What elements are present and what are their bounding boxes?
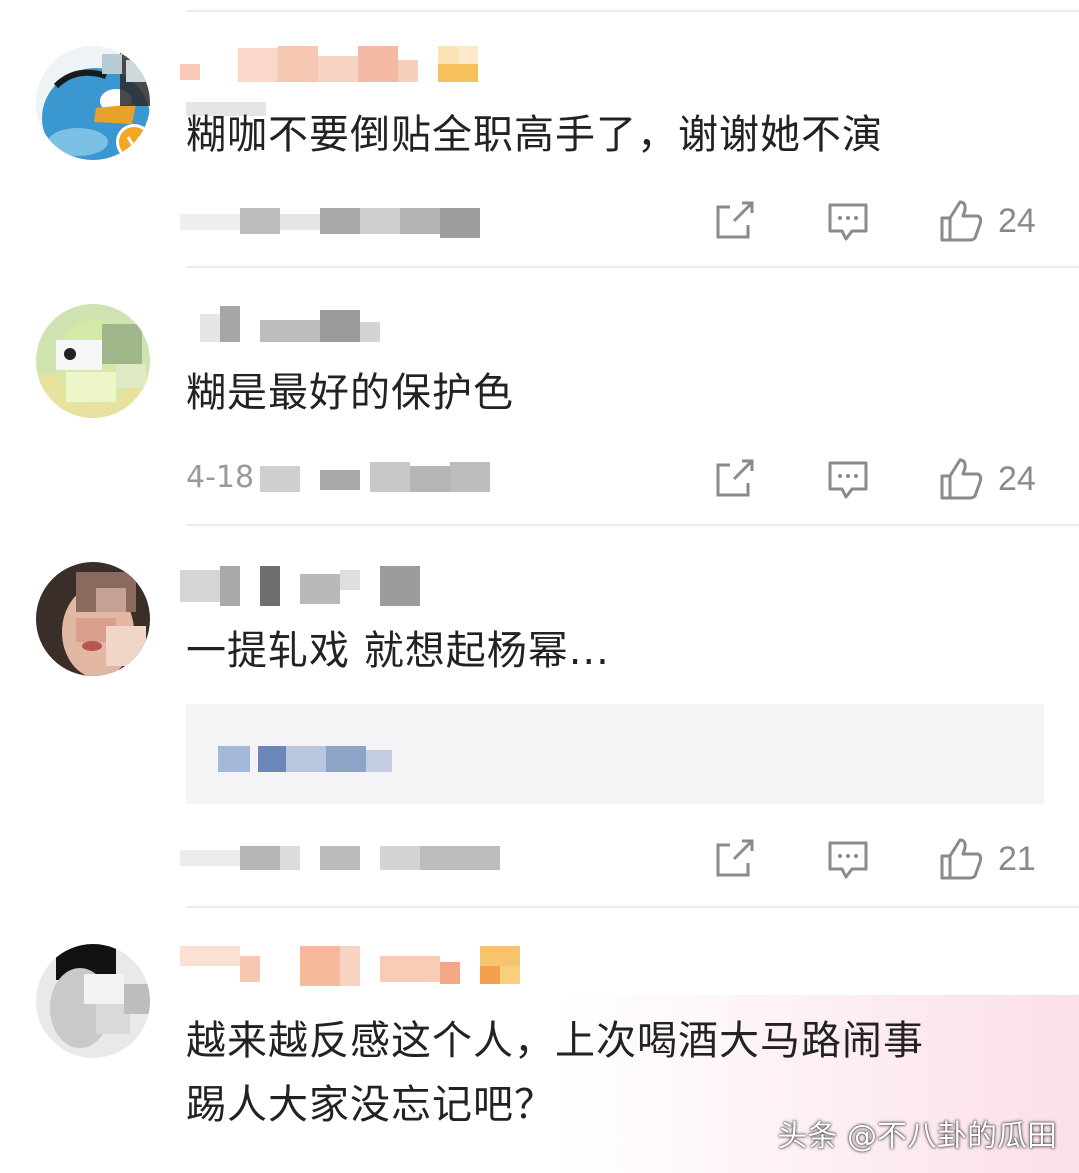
thumbs-up-icon <box>940 838 983 880</box>
comment-meta: 4-18 <box>180 460 510 495</box>
thumbs-up-icon <box>940 458 983 500</box>
comment-actions: 24 <box>708 454 1048 504</box>
username-blurred[interactable] <box>180 306 380 342</box>
comment-button[interactable] <box>826 454 870 504</box>
comment-actions: 24 <box>708 196 1048 246</box>
username-blurred[interactable] <box>180 566 420 606</box>
cartoon-avatar-image <box>36 304 150 418</box>
comment-actions: 21 <box>708 834 1048 884</box>
like-count: 24 <box>998 201 1036 240</box>
share-button[interactable] <box>712 834 756 884</box>
comment-divider <box>186 266 1079 268</box>
like-button[interactable]: 24 <box>938 454 1036 504</box>
comment-divider <box>186 524 1079 526</box>
avatar[interactable] <box>36 562 150 676</box>
like-count: 24 <box>998 459 1036 498</box>
top-divider <box>186 10 1079 12</box>
comment-meta-blurred <box>180 204 510 238</box>
share-button[interactable] <box>712 196 756 246</box>
avatar[interactable] <box>36 46 150 160</box>
like-button[interactable]: 24 <box>938 196 1036 246</box>
comment-text: 糊咖不要倒贴全职高手了，谢谢她不演 <box>186 112 883 158</box>
comment-button[interactable] <box>826 196 870 246</box>
comment-button[interactable] <box>826 834 870 884</box>
username-blurred[interactable] <box>180 46 490 82</box>
avatar[interactable] <box>36 944 150 1058</box>
username-blurred[interactable] <box>180 946 520 986</box>
comment-text: 糊是最好的保护色 <box>186 370 514 416</box>
comment-text-line-2: 踢人大家没忘记吧？ <box>186 1082 555 1128</box>
grayscale-avatar-image <box>36 944 150 1058</box>
sub-reply-blurred <box>218 746 250 772</box>
like-count: 21 <box>998 839 1036 878</box>
comment-date: 4-18 <box>186 460 255 495</box>
verified-badge-icon <box>116 124 150 160</box>
comment-icon <box>828 841 868 879</box>
comment-text: 一提轧戏 就想起杨幂... <box>186 628 610 674</box>
comment-icon <box>828 203 868 241</box>
share-button[interactable] <box>712 454 756 504</box>
watermark: 头条 @不八卦的瓜田 <box>777 1119 1057 1154</box>
comment-meta-blurred <box>180 840 510 874</box>
share-icon <box>716 201 754 239</box>
portrait-avatar-image <box>36 562 150 676</box>
comment-text-line-1: 越来越反感这个人，上次喝酒大马路闹事 <box>186 1018 924 1064</box>
share-icon <box>716 839 754 877</box>
like-button[interactable]: 21 <box>938 834 1036 884</box>
avatar[interactable] <box>36 304 150 418</box>
sub-reply-box[interactable] <box>186 704 1044 804</box>
comment-divider <box>186 906 1079 908</box>
thumbs-up-icon <box>940 200 983 242</box>
comment-icon <box>828 461 868 499</box>
share-icon <box>716 459 754 497</box>
